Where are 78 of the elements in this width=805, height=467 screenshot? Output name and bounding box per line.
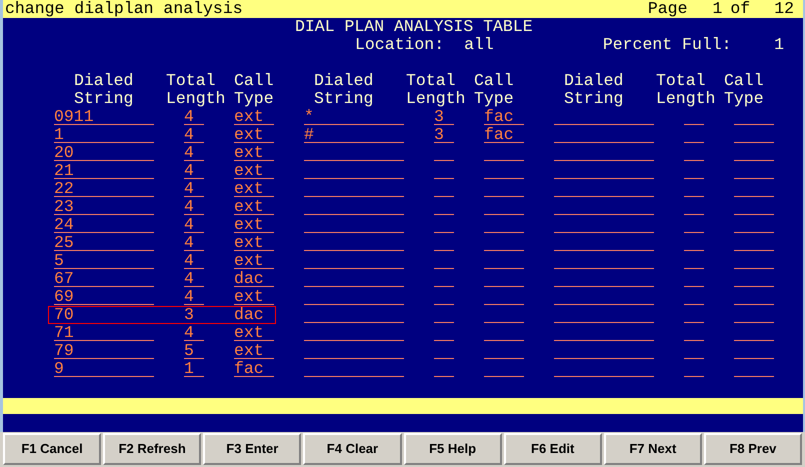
dialed-string-field[interactable]: 71	[54, 325, 154, 341]
total-length-field[interactable]: 4	[184, 163, 204, 179]
call-type-field[interactable]: dac	[234, 271, 274, 287]
page-number: 1	[712, 0, 722, 18]
function-key-button[interactable]: F5 Help	[404, 433, 502, 465]
dialed-string-field[interactable]: 1	[54, 127, 154, 143]
call-type-field[interactable]: fac	[234, 361, 274, 377]
call-type-field[interactable]: ext	[234, 289, 274, 305]
column-header: Total Length	[656, 72, 716, 108]
total-length-field[interactable]: 5	[184, 343, 204, 359]
total-length-field[interactable]: 4	[184, 217, 204, 233]
total-length-field[interactable]: 4	[184, 235, 204, 251]
total-length-field[interactable]: 3	[434, 109, 454, 125]
page-label: Page	[648, 0, 688, 18]
function-key-button[interactable]: F3 Enter	[203, 433, 302, 465]
dialed-string-field[interactable]: 0911	[54, 109, 154, 125]
call-type-field[interactable]: fac	[484, 109, 524, 125]
column-header: Call Type	[474, 72, 514, 108]
call-type-field[interactable]: ext	[234, 109, 274, 125]
total-length-field[interactable]: 4	[184, 289, 204, 305]
function-key-button[interactable]: F1 Cancel	[3, 433, 102, 465]
total-length-field[interactable]: 4	[184, 145, 204, 161]
dialed-string-field[interactable]: 5	[54, 253, 154, 269]
dialed-string-field[interactable]: 23	[54, 199, 154, 215]
of-label: of	[730, 0, 750, 18]
dialed-string-field[interactable]: #	[304, 127, 404, 143]
dialed-string-field[interactable]: 21	[54, 163, 154, 179]
call-type-field[interactable]: ext	[234, 325, 274, 341]
total-length-field[interactable]: 4	[184, 199, 204, 215]
dialed-string-field[interactable]: 67	[54, 271, 154, 287]
function-key-button[interactable]: F8 Prev	[704, 433, 802, 465]
column-header: Dialed String	[314, 72, 374, 108]
dialed-string-field[interactable]: *	[304, 109, 404, 125]
total-length-field[interactable]: 4	[184, 109, 204, 125]
function-key-button[interactable]: F6 Edit	[504, 433, 602, 465]
call-type-field[interactable]: ext	[234, 145, 274, 161]
location-label: Location:	[355, 36, 444, 54]
dialed-string-field[interactable]: 70	[54, 307, 154, 323]
total-length-field[interactable]: 4	[184, 271, 204, 287]
call-type-field[interactable]: ext	[234, 199, 274, 215]
call-type-field[interactable]: ext	[234, 235, 274, 251]
column-header: Total Length	[406, 72, 466, 108]
total-length-field[interactable]: 3	[434, 127, 454, 143]
command-text: change dialplan analysis	[5, 0, 243, 18]
page-count: 12	[774, 0, 794, 18]
dialed-string-field[interactable]: 22	[54, 181, 154, 197]
call-type-field[interactable]: ext	[234, 181, 274, 197]
total-length-field[interactable]: 3	[184, 307, 204, 323]
dialed-string-field[interactable]: 79	[54, 343, 154, 359]
call-type-field[interactable]: ext	[234, 343, 274, 359]
function-key-button[interactable]: F4 Clear	[303, 433, 402, 465]
call-type-field[interactable]: ext	[234, 217, 274, 233]
total-length-field[interactable]: 4	[184, 181, 204, 197]
total-length-field[interactable]: 1	[184, 361, 204, 377]
total-length-field[interactable]: 4	[184, 127, 204, 143]
column-header: Call Type	[724, 72, 764, 108]
total-length-field[interactable]: 4	[184, 253, 204, 269]
call-type-field[interactable]: ext	[234, 163, 274, 179]
location-value: all	[464, 36, 494, 54]
dialed-string-field[interactable]: 24	[54, 217, 154, 233]
percent-full-label: Percent Full:	[602, 36, 732, 54]
total-length-field[interactable]: 4	[184, 325, 204, 341]
call-type-field[interactable]: dac	[234, 307, 274, 323]
function-key-button[interactable]: F2 Refresh	[103, 433, 202, 465]
column-header: Total Length	[166, 72, 226, 108]
dialed-string-field[interactable]: 69	[54, 289, 154, 305]
call-type-field[interactable]: ext	[234, 253, 274, 269]
call-type-field[interactable]: fac	[484, 127, 524, 143]
dialed-string-field[interactable]: 9	[54, 361, 154, 377]
dialed-string-field[interactable]: 25	[54, 235, 154, 251]
column-header: Dialed String	[564, 72, 624, 108]
dialed-string-field[interactable]: 20	[54, 145, 154, 161]
call-type-field[interactable]: ext	[234, 127, 274, 143]
function-key-button[interactable]: F7 Next	[604, 433, 702, 465]
column-header: Dialed String	[74, 72, 134, 108]
percent-full-value: 1	[774, 36, 784, 54]
column-header: Call Type	[234, 72, 274, 108]
screen-heading: DIAL PLAN ANALYSIS TABLE	[295, 18, 533, 36]
